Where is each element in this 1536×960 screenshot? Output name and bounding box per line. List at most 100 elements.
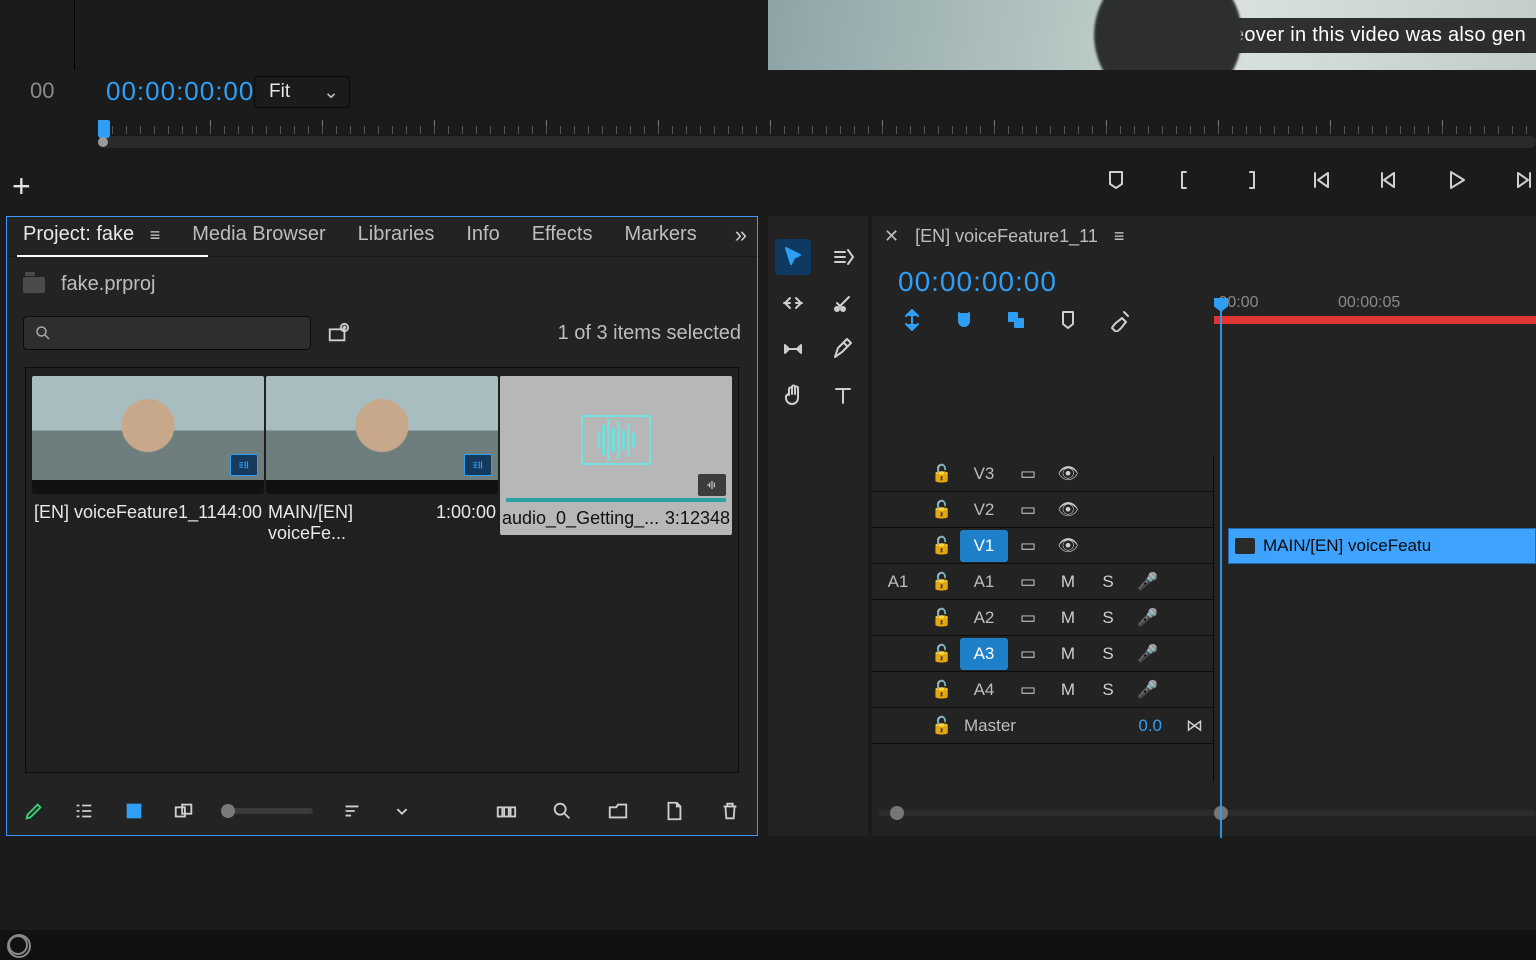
track-label[interactable]: A3 — [960, 638, 1008, 670]
voiceover-icon[interactable]: 🎤 — [1128, 644, 1168, 664]
find-icon[interactable] — [551, 800, 573, 822]
freeform-view-icon[interactable] — [173, 800, 195, 822]
program-viewport[interactable]: The voiceover in this video was also gen — [768, 0, 1536, 70]
close-sequence-icon[interactable]: ✕ — [884, 226, 899, 247]
tab-effects[interactable]: Effects — [516, 215, 609, 256]
solo-toggle[interactable]: S — [1088, 572, 1128, 592]
play-icon[interactable] — [1444, 168, 1468, 192]
sync-lock-icon[interactable]: ▭ — [1008, 608, 1048, 628]
hand-tool-icon[interactable] — [775, 377, 811, 413]
project-item[interactable]: [EN] voiceFeature1_11 44:00 — [32, 376, 264, 523]
voiceover-icon[interactable]: 🎤 — [1128, 608, 1168, 628]
out-bracket-icon[interactable] — [1240, 168, 1264, 192]
timeline-menu-icon[interactable]: ≡ — [1114, 226, 1125, 247]
solo-toggle[interactable]: S — [1088, 608, 1128, 628]
list-view-icon[interactable] — [73, 800, 95, 822]
eye-icon[interactable]: 👁 — [1048, 500, 1088, 520]
tabs-overflow-icon[interactable]: » — [725, 216, 757, 256]
chevron-down-icon[interactable] — [391, 800, 413, 822]
mute-toggle[interactable]: M — [1048, 680, 1088, 700]
solo-toggle[interactable]: S — [1088, 644, 1128, 664]
sync-lock-icon[interactable]: ▭ — [1008, 464, 1048, 484]
sort-icon[interactable] — [341, 800, 363, 822]
eye-icon[interactable]: 👁 — [1048, 464, 1088, 484]
add-marker-icon[interactable] — [1056, 308, 1080, 332]
track-v1[interactable]: 🔓 V1 ▭ 👁 — [872, 528, 1213, 564]
in-bracket-icon[interactable] — [1172, 168, 1196, 192]
selection-tool-icon[interactable] — [775, 239, 811, 275]
trash-icon[interactable] — [719, 800, 741, 822]
write-mode-icon[interactable] — [23, 800, 45, 822]
panel-menu-icon[interactable]: ≡ — [150, 225, 161, 246]
collapse-icon[interactable]: ⋈ — [1186, 716, 1203, 736]
step-forward-icon[interactable] — [1512, 168, 1536, 192]
tab-info[interactable]: Info — [450, 215, 515, 256]
slip-tool-icon[interactable] — [775, 331, 811, 367]
source-patch[interactable]: A1 — [872, 572, 924, 592]
type-tool-icon[interactable] — [825, 377, 861, 413]
search-input[interactable] — [23, 316, 311, 350]
project-item[interactable]: MAIN/[EN] voiceFe... 1:00:00 — [266, 376, 498, 544]
go-to-in-icon[interactable] — [1308, 168, 1332, 192]
item-scrub-bar[interactable] — [506, 498, 726, 502]
track-label[interactable]: A1 — [960, 572, 1008, 592]
lock-icon[interactable]: 🔓 — [924, 536, 960, 556]
track-label[interactable]: V2 — [960, 500, 1008, 520]
sync-lock-icon[interactable]: ▭ — [1008, 680, 1048, 700]
program-timecode[interactable]: 00:00:00:00 — [106, 76, 254, 107]
program-ruler[interactable] — [98, 120, 1536, 150]
creative-cloud-icon[interactable] — [8, 935, 28, 955]
ripple-edit-tool-icon[interactable] — [775, 285, 811, 321]
new-bin-icon[interactable] — [607, 800, 629, 822]
master-value[interactable]: 0.0 — [1138, 716, 1162, 736]
timeline-ruler[interactable]: :00:00 00:00:05 — [1214, 294, 1536, 316]
track-label[interactable]: V1 — [960, 530, 1008, 562]
new-item-icon[interactable] — [663, 800, 685, 822]
sync-lock-icon[interactable]: ▭ — [1008, 644, 1048, 664]
icon-view-icon[interactable] — [123, 800, 145, 822]
track-a1[interactable]: A1 🔓 A1 ▭ M S 🎤 — [872, 564, 1213, 600]
track-a3[interactable]: 🔓 A3 ▭ M S 🎤 — [872, 636, 1213, 672]
track-a4[interactable]: 🔓 A4 ▭ M S 🎤 — [872, 672, 1213, 708]
sync-lock-icon[interactable]: ▭ — [1008, 500, 1048, 520]
track-label[interactable]: A2 — [960, 608, 1008, 628]
playhead-thumb[interactable] — [98, 120, 110, 138]
lock-icon[interactable]: 🔓 — [924, 680, 960, 700]
tab-markers[interactable]: Markers — [608, 215, 712, 256]
automate-to-sequence-icon[interactable] — [495, 800, 517, 822]
project-item-selected[interactable]: audio_0_Getting_... 3:12348 — [500, 376, 732, 535]
zoom-select[interactable]: Fit ⌄ — [254, 76, 350, 108]
track-label[interactable]: A4 — [960, 680, 1008, 700]
sequence-name[interactable]: [EN] voiceFeature1_11 — [915, 226, 1098, 247]
lock-icon[interactable]: 🔓 — [924, 608, 960, 628]
solo-toggle[interactable]: S — [1088, 680, 1128, 700]
sync-lock-icon[interactable]: ▭ — [1008, 536, 1048, 556]
step-back-icon[interactable] — [1376, 168, 1400, 192]
thumb-size-slider[interactable] — [223, 808, 313, 814]
snap-icon[interactable] — [952, 308, 976, 332]
timeline-timecode[interactable]: 00:00:00:00 — [898, 266, 1057, 298]
lock-icon[interactable]: 🔓 — [924, 644, 960, 664]
mute-toggle[interactable]: M — [1048, 644, 1088, 664]
mute-toggle[interactable]: M — [1048, 572, 1088, 592]
marker-icon[interactable] — [1104, 168, 1128, 192]
track-label[interactable]: V3 — [960, 464, 1008, 484]
razor-tool-icon[interactable] — [825, 285, 861, 321]
tab-project[interactable]: Project: fake ≡ — [7, 215, 176, 256]
eye-icon[interactable]: 👁 — [1048, 536, 1088, 556]
track-a2[interactable]: 🔓 A2 ▭ M S 🎤 — [872, 600, 1213, 636]
linked-selection-icon[interactable] — [1004, 308, 1028, 332]
track-v2[interactable]: 🔓 V2 ▭ 👁 — [872, 492, 1213, 528]
tab-libraries[interactable]: Libraries — [342, 215, 451, 256]
lock-icon[interactable]: 🔓 — [924, 464, 960, 484]
track-select-tool-icon[interactable] — [825, 239, 861, 275]
lock-icon[interactable]: 🔓 — [924, 572, 960, 592]
track-v3[interactable]: 🔓 V3 ▭ 👁 — [872, 456, 1213, 492]
new-search-bin-icon[interactable] — [327, 322, 349, 344]
insert-mode-icon[interactable] — [900, 308, 924, 332]
voiceover-icon[interactable]: 🎤 — [1128, 680, 1168, 700]
clip-area[interactable]: MAIN/[EN] voiceFeatu — [1214, 456, 1536, 782]
lock-icon[interactable]: 🔓 — [924, 716, 960, 736]
pen-tool-icon[interactable] — [825, 331, 861, 367]
voiceover-icon[interactable]: 🎤 — [1128, 572, 1168, 592]
